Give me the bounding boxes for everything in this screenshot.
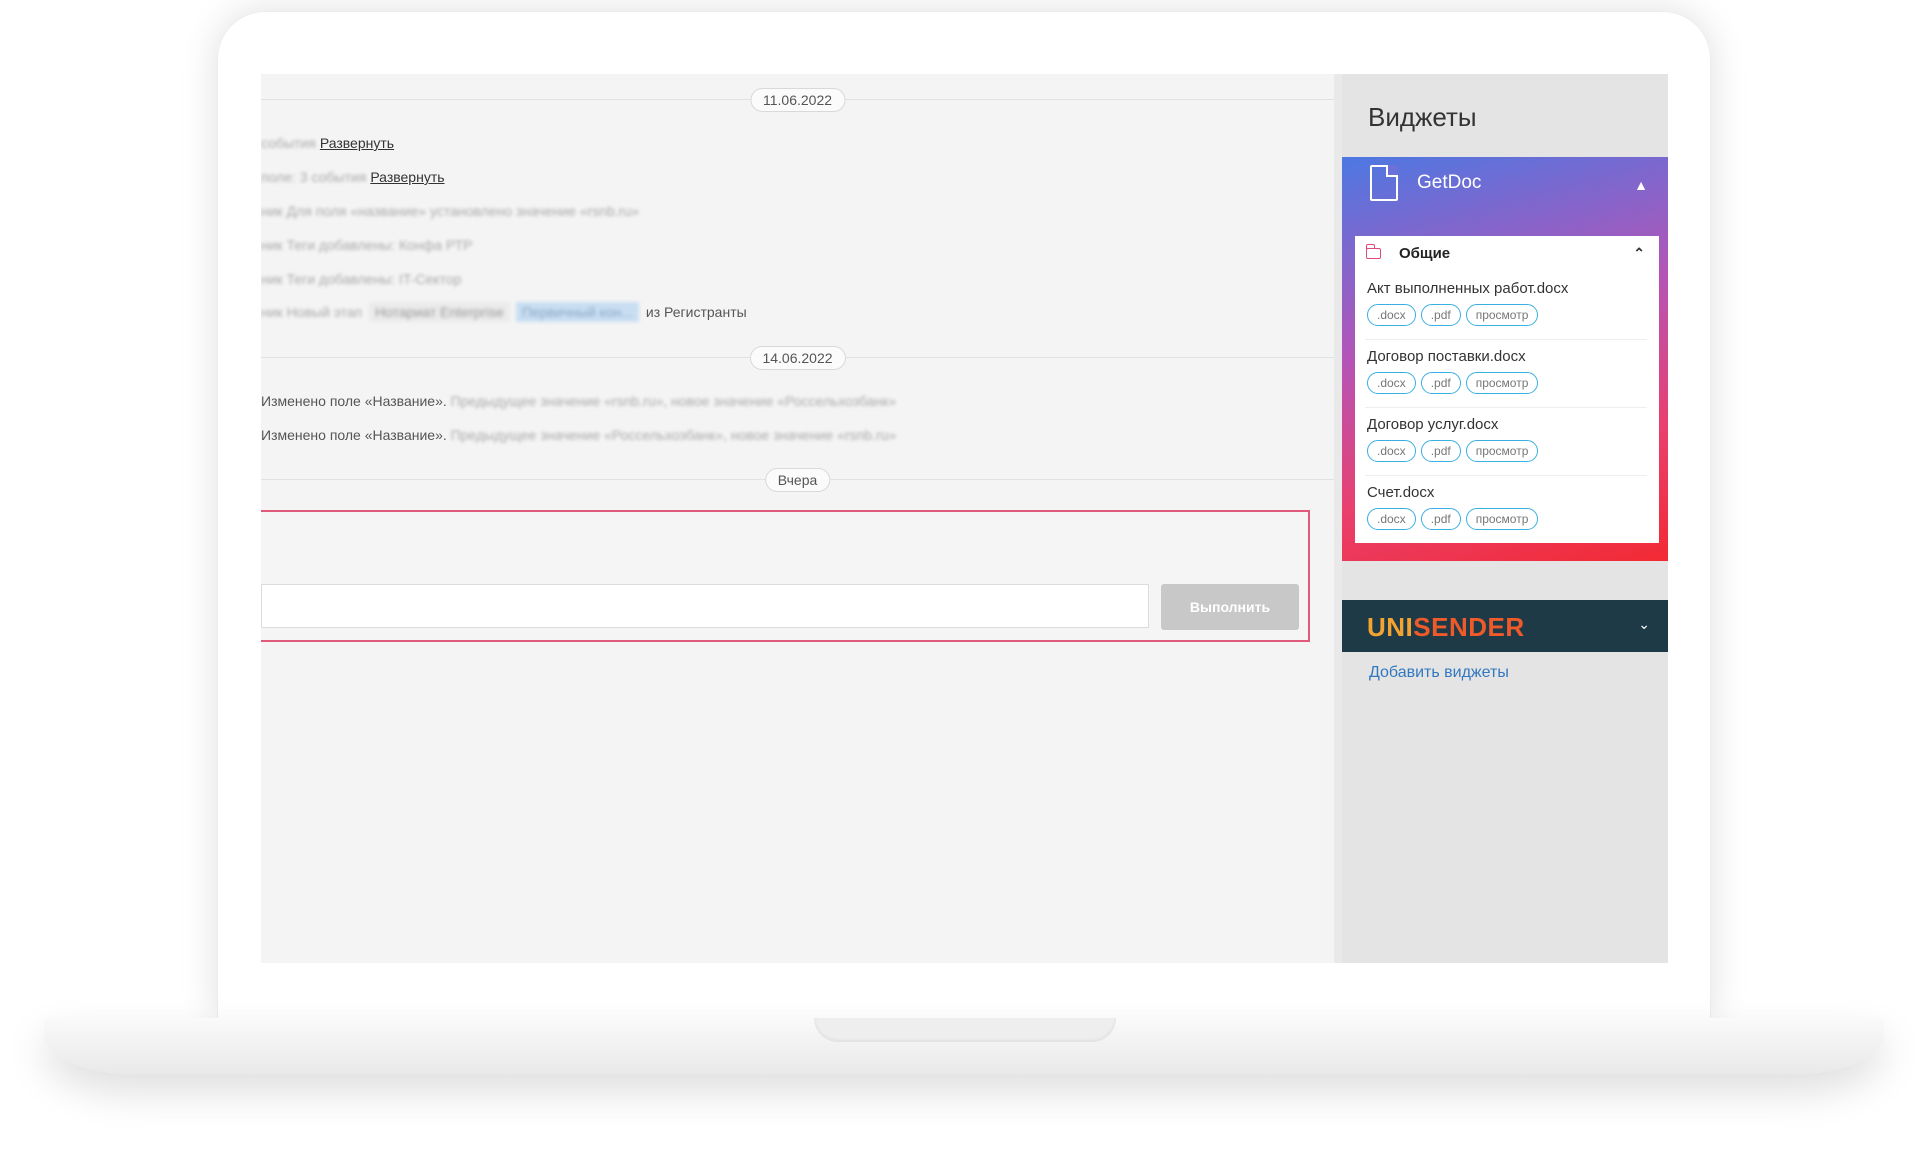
feed-event: поле: 3 события Развернуть [261, 169, 445, 185]
document-item: Договор услуг.docx .docx .pdf просмотр [1365, 408, 1647, 476]
note-input[interactable] [261, 584, 1149, 628]
feed-event: Изменено поле «Название». Предыдущее зна… [261, 427, 896, 443]
event-text: ник Для поля «название» установлено знач… [261, 203, 639, 219]
chevron-up-icon[interactable]: ▲ [1634, 177, 1648, 193]
activity-feed: 11.06.2022 события Развернуть поле: 3 соб… [261, 74, 1334, 963]
submit-button[interactable]: Выполнить [1161, 584, 1299, 630]
document-actions: .docx .pdf просмотр [1367, 440, 1543, 462]
download-pdf-button[interactable]: .pdf [1420, 508, 1461, 530]
document-actions: .docx .pdf просмотр [1367, 508, 1543, 530]
laptop-screen: 11.06.2022 события Развернуть поле: 3 соб… [261, 74, 1668, 963]
date-badge: 14.06.2022 [749, 346, 846, 370]
chevron-up-icon[interactable]: ⌃ [1633, 245, 1645, 262]
sidebar-title: Виджеты [1368, 102, 1477, 132]
download-docx-button[interactable]: .docx [1367, 372, 1416, 394]
add-widgets-link[interactable]: Добавить виджеты [1369, 664, 1509, 682]
preview-button[interactable]: просмотр [1465, 304, 1539, 326]
mockup-stage: 11.06.2022 события Развернуть поле: 3 соб… [0, 0, 1920, 1156]
event-text: ник Новый этап [261, 304, 363, 320]
feed-event: события Развернуть [261, 135, 394, 151]
laptop-notch [814, 1018, 1116, 1042]
event-text: поле: 3 события [261, 169, 367, 185]
download-docx-button[interactable]: .docx [1367, 440, 1416, 462]
feed-event: ник Для поля «название» установлено знач… [261, 203, 639, 219]
unisender-logo: UNISENDER [1367, 612, 1525, 642]
download-pdf-button[interactable]: .pdf [1420, 372, 1461, 394]
event-detail: Предыдущее значение «rsnb.ru», новое зна… [450, 393, 897, 409]
document-name: Счет.docx [1367, 484, 1435, 501]
event-text: ник Теги добавлены: IT-Сектор [261, 271, 462, 287]
download-docx-button[interactable]: .docx [1367, 304, 1416, 326]
getdoc-documents-panel: Общие ⌃ Акт выполненных работ.docx .docx… [1355, 236, 1659, 543]
date-badge: Вчера [764, 468, 831, 492]
document-item: Акт выполненных работ.docx .docx .pdf пр… [1365, 272, 1647, 340]
document-name: Договор поставки.docx [1367, 348, 1526, 365]
document-name: Договор услуг.docx [1367, 416, 1499, 433]
document-actions: .docx .pdf просмотр [1367, 372, 1543, 394]
stage-tag-from: Нотариат Enterprise [369, 302, 510, 322]
event-text: ник Теги добавлены: Конфа РТР [261, 237, 473, 253]
getdoc-header[interactable]: GetDoc ▲ [1342, 157, 1668, 237]
feed-event: ник Новый этап Нотариат Enterprise Первич… [261, 302, 747, 322]
expand-link[interactable]: Развернуть [370, 169, 444, 185]
expand-link[interactable]: Развернуть [320, 135, 394, 151]
feed-event: Изменено поле «Название». Предыдущее зна… [261, 393, 896, 409]
note-composer: Выполнить [261, 510, 1310, 642]
event-suffix: из Регистранты [645, 304, 747, 320]
document-icon [1370, 165, 1398, 201]
widgets-sidebar: Виджеты GetDoc ▲ Общие ⌃ Акт выполненных… [1342, 74, 1668, 963]
document-actions: .docx .pdf просмотр [1367, 304, 1543, 326]
download-pdf-button[interactable]: .pdf [1420, 440, 1461, 462]
feed-event: ник Теги добавлены: Конфа РТР [261, 237, 472, 253]
folder-label: Общие [1399, 245, 1451, 262]
getdoc-title: GetDoc [1417, 172, 1482, 193]
document-name: Акт выполненных работ.docx [1367, 280, 1569, 297]
date-separator: Вчера [261, 468, 1334, 492]
date-separator: 11.06.2022 [261, 88, 1334, 112]
event-text: Изменено поле «Название». [261, 393, 447, 409]
date-badge: 11.06.2022 [749, 88, 846, 112]
download-pdf-button[interactable]: .pdf [1420, 304, 1461, 326]
stage-tag-to: Первичный кон... [515, 302, 640, 322]
unisender-widget[interactable]: UNISENDER ⌄ [1342, 600, 1668, 652]
event-text: события [261, 135, 316, 151]
event-text: Изменено поле «Название». [261, 427, 447, 443]
document-item: Счет.docx .docx .pdf просмотр [1365, 476, 1647, 544]
folder-icon [1365, 244, 1381, 259]
date-separator: 14.06.2022 [261, 346, 1334, 370]
getdoc-widget: GetDoc ▲ Общие ⌃ Акт выполненных работ.d… [1342, 157, 1668, 561]
event-detail: Предыдущее значение «Россельхозбанк», но… [450, 427, 897, 443]
feed-divider [1334, 74, 1342, 963]
chevron-down-icon[interactable]: ⌄ [1638, 616, 1650, 633]
feed-event: ник Теги добавлены: IT-Сектор [261, 271, 461, 287]
preview-button[interactable]: просмотр [1465, 508, 1539, 530]
document-item: Договор поставки.docx .docx .pdf просмот… [1365, 340, 1647, 408]
preview-button[interactable]: просмотр [1465, 372, 1539, 394]
folder-row[interactable]: Общие ⌃ [1355, 236, 1659, 272]
download-docx-button[interactable]: .docx [1367, 508, 1416, 530]
preview-button[interactable]: просмотр [1465, 440, 1539, 462]
